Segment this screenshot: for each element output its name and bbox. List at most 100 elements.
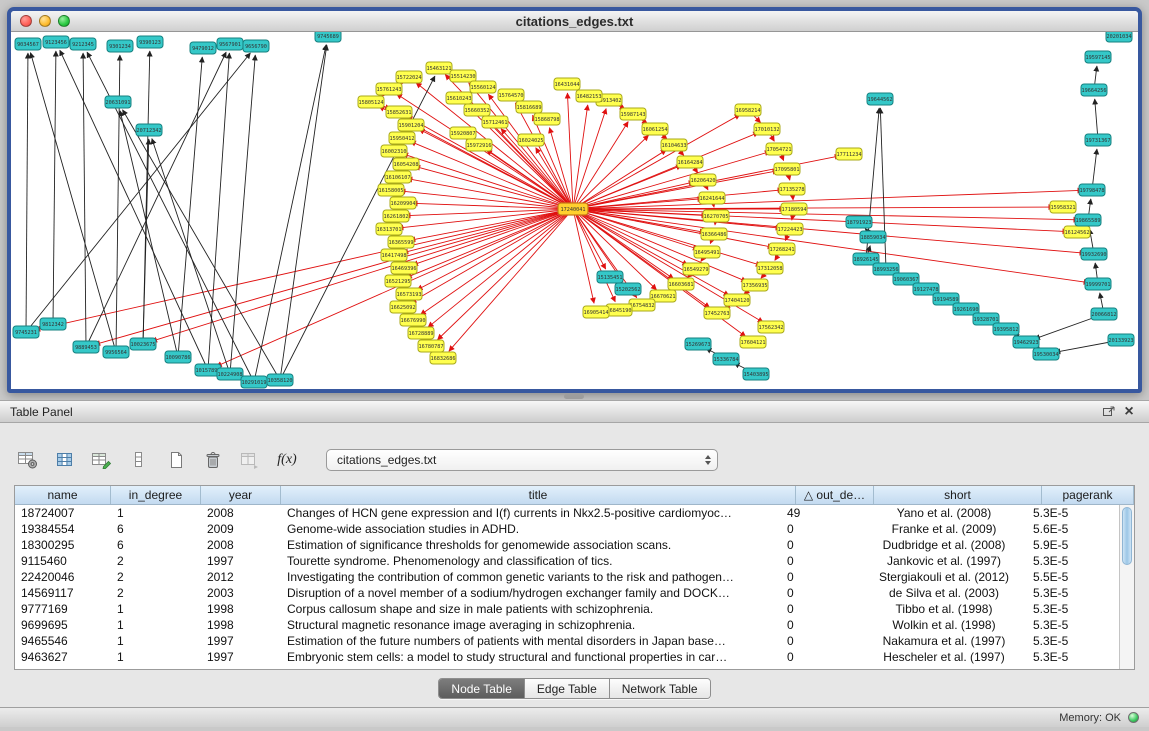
graph-edge[interactable] [53,51,56,324]
graph-node[interactable]: 17095801 [774,163,800,175]
graph-node[interactable]: 17404120 [724,294,750,306]
graph-node[interactable]: 16469396 [391,262,417,274]
graph-node[interactable]: 9956564 [103,346,129,358]
graph-node[interactable]: 17268241 [769,243,795,255]
graph-node[interactable]: 9212345 [70,38,96,50]
graph-node[interactable]: 16845190 [606,304,632,316]
graph-node[interactable]: 15560124 [470,81,496,93]
table-row[interactable]: 946362711997Embryonic stem cells: a mode… [15,649,1119,665]
table-row[interactable]: 1830029562008Estimation of significance … [15,537,1119,553]
graph-node[interactable]: 16209904 [390,197,416,209]
graph-node[interactable]: 16270705 [703,210,729,222]
graph-edge[interactable] [428,209,573,327]
graph-node[interactable]: 15950412 [389,132,415,144]
graph-node[interactable]: 16905414 [583,306,609,318]
graph-edge[interactable] [26,53,250,332]
graph-edge[interactable] [152,139,230,374]
edit-table-icon[interactable] [90,448,114,472]
graph-edge[interactable] [415,166,573,209]
graph-edge[interactable] [880,108,886,269]
graph-node[interactable]: 16104633 [661,139,687,151]
graph-node[interactable]: 16573193 [396,288,422,300]
graph-node[interactable]: 15336784 [713,353,739,365]
graph-edge[interactable] [26,53,28,332]
graph-node[interactable]: 20133923 [1108,334,1134,346]
graph-node[interactable]: 16676990 [400,314,426,326]
graph-edge[interactable] [230,55,255,374]
graph-node[interactable]: 10224908 [217,368,243,380]
graph-edge[interactable] [83,53,86,347]
graph-edge[interactable] [573,109,606,209]
table-row[interactable]: 911546021997Tourette syndrome. Phenomeno… [15,553,1119,569]
graph-node[interactable]: 20066812 [1091,308,1117,320]
graph-edge[interactable] [419,129,573,209]
graph-node[interactable]: 16417498 [381,249,407,261]
graph-node[interactable]: 15403895 [743,368,769,380]
graph-node[interactable]: 17240041 [558,203,588,215]
tab-network-table[interactable]: Network Table [610,679,710,698]
graph-node[interactable]: 9479012 [190,42,216,54]
graph-node[interactable]: 16365599 [388,236,414,248]
tab-node-table[interactable]: Node Table [439,679,525,698]
graph-edge[interactable] [60,50,208,370]
graph-node[interactable]: 16158005 [378,184,404,196]
graph-node[interactable]: 16241644 [699,192,725,204]
graph-node[interactable]: 15852631 [386,106,412,118]
zoom-button[interactable] [58,15,70,27]
graph-node[interactable]: 19865589 [1075,214,1101,226]
graph-node[interactable]: 9034567 [15,38,41,50]
column-header-year[interactable]: year [201,486,281,504]
graph-node[interactable]: 16495491 [694,246,720,258]
graph-node[interactable]: 15764570 [498,89,524,101]
graph-node[interactable]: 17180594 [781,203,807,215]
graph-node[interactable]: 20201034 [1106,32,1132,42]
column-header-title[interactable]: title [281,486,796,504]
graph-node[interactable]: 19932690 [1081,248,1107,260]
graph-node[interactable]: 17135278 [779,183,805,195]
graph-edge[interactable] [573,209,1089,283]
graph-node[interactable]: 9812342 [40,318,66,330]
graph-node[interactable]: 16313701 [376,223,402,235]
graph-node[interactable]: 15722024 [396,71,422,83]
graph-edge[interactable] [573,105,588,209]
graph-node[interactable]: 15761243 [376,83,402,95]
graph-node[interactable]: 17312058 [757,262,783,274]
graph-node[interactable]: 15972916 [466,139,492,151]
graph-node[interactable]: 15920807 [450,127,476,139]
graph-edge[interactable] [280,45,327,380]
graph-node[interactable]: 19395812 [993,323,1019,335]
graph-node[interactable]: 15816689 [516,101,542,113]
table-row[interactable]: 2242004622012Investigating the contribut… [15,569,1119,585]
graph-node[interactable]: 19597145 [1085,51,1111,63]
graph-edge[interactable] [120,111,178,357]
graph-node[interactable]: 15805124 [358,96,384,108]
graph-node[interactable]: 16958214 [735,104,761,116]
graph-node[interactable]: 9301234 [107,40,133,52]
graph-node[interactable]: 19644562 [867,93,893,105]
graph-node[interactable]: 15269673 [685,338,711,350]
graph-node[interactable]: 19999701 [1085,278,1111,290]
graph-node[interactable]: 16124562 [1064,226,1090,238]
delete-table-icon[interactable] [201,448,225,472]
column-header-out_degree[interactable]: △ out_de… [796,486,874,504]
graph-node[interactable]: 15135451 [597,271,623,283]
graph-node[interactable]: 10023675 [130,338,156,350]
panel-splitter-handle[interactable] [564,394,584,399]
row-height-icon[interactable] [127,448,151,472]
graph-node[interactable]: 17604121 [740,336,766,348]
graph-edge[interactable] [143,139,149,344]
graph-node[interactable]: 15868798 [534,113,560,125]
graph-node[interactable]: 15712461 [482,116,508,128]
graph-node[interactable]: 9123456 [43,36,69,48]
import-table-icon[interactable] [238,448,262,472]
graph-node[interactable]: 16366486 [701,228,727,240]
graph-node[interactable]: 17452763 [704,307,730,319]
graph-node[interactable]: 9656790 [243,40,269,52]
graph-node[interactable]: 16431044 [554,78,580,90]
graph-node[interactable]: 18791923 [846,216,872,228]
graph-edge[interactable] [573,190,1083,209]
column-header-short[interactable]: short [874,486,1042,504]
graph-node[interactable]: 19798478 [1079,184,1105,196]
table-row[interactable]: 946554611997Estimation of the future num… [15,633,1119,649]
close-button[interactable] [20,15,32,27]
